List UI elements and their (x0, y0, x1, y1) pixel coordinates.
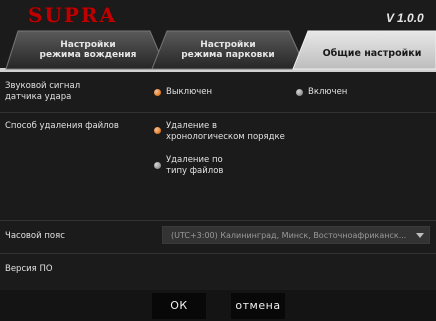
timezone-value: (UTC+3:00) Калининград, Минск, Восточноа… (171, 231, 407, 240)
firmware-label: Версия ПО (5, 264, 53, 274)
shock-sound-off-label[interactable]: Выключен (166, 87, 212, 98)
divider (0, 112, 436, 113)
timezone-label: Часовой пояс (5, 231, 65, 241)
ok-button[interactable]: ОК (152, 293, 206, 319)
cancel-button[interactable]: отмена (231, 293, 285, 319)
shock-sound-label-line1: Звуковой сигнал (5, 81, 81, 91)
file-delete-chrono-label[interactable]: Удаление в хронологическом порядке (166, 121, 285, 143)
version-prefix: V (386, 11, 395, 25)
file-delete-chrono-radio[interactable] (154, 127, 161, 134)
shock-sound-label-line2: датчика удара (5, 92, 72, 102)
version-label: V 1.0.0 (386, 10, 436, 26)
shock-sound-on-label[interactable]: Включен (308, 87, 347, 98)
shock-sound-on-radio[interactable] (296, 89, 303, 96)
file-delete-chrono-line2: хронологическом порядке (166, 132, 285, 142)
timezone-dropdown[interactable]: (UTC+3:00) Калининград, Минск, Восточноа… (162, 226, 430, 244)
file-delete-type-label[interactable]: Удаление по типу файлов (166, 155, 223, 177)
settings-screen: SUPRA V 1.0.0 Настройки режима вождения … (0, 0, 436, 321)
chevron-down-icon[interactable] (416, 233, 424, 238)
shock-sound-label: Звуковой сигнал датчика удара (5, 81, 80, 103)
brand-logo: SUPRA (28, 3, 118, 27)
tab-driving-line2: режима вождения (39, 50, 137, 60)
shock-sound-off-radio[interactable] (154, 89, 161, 96)
file-delete-type-line1: Удаление по (166, 155, 223, 165)
file-delete-type-line2: типу файлов (166, 166, 224, 176)
tab-parking-line2: режима парковки (181, 50, 275, 60)
version-number: 1.0.0 (397, 11, 424, 25)
tab-general[interactable]: Общие настройки (310, 49, 434, 59)
button-bar (0, 290, 436, 321)
file-delete-chrono-line1: Удаление в (166, 121, 217, 131)
tab-driving-line1: Настройки (60, 40, 116, 50)
file-delete-label: Способ удаления файлов (5, 121, 119, 131)
tab-bar: Настройки режима вождения Настройки режи… (0, 28, 436, 72)
file-delete-type-radio[interactable] (154, 162, 161, 169)
divider (0, 253, 436, 254)
divider (0, 220, 436, 221)
tab-parking[interactable]: Настройки режима парковки (165, 40, 291, 60)
tab-driving[interactable]: Настройки режима вождения (20, 40, 156, 60)
tab-parking-line1: Настройки (200, 40, 256, 50)
